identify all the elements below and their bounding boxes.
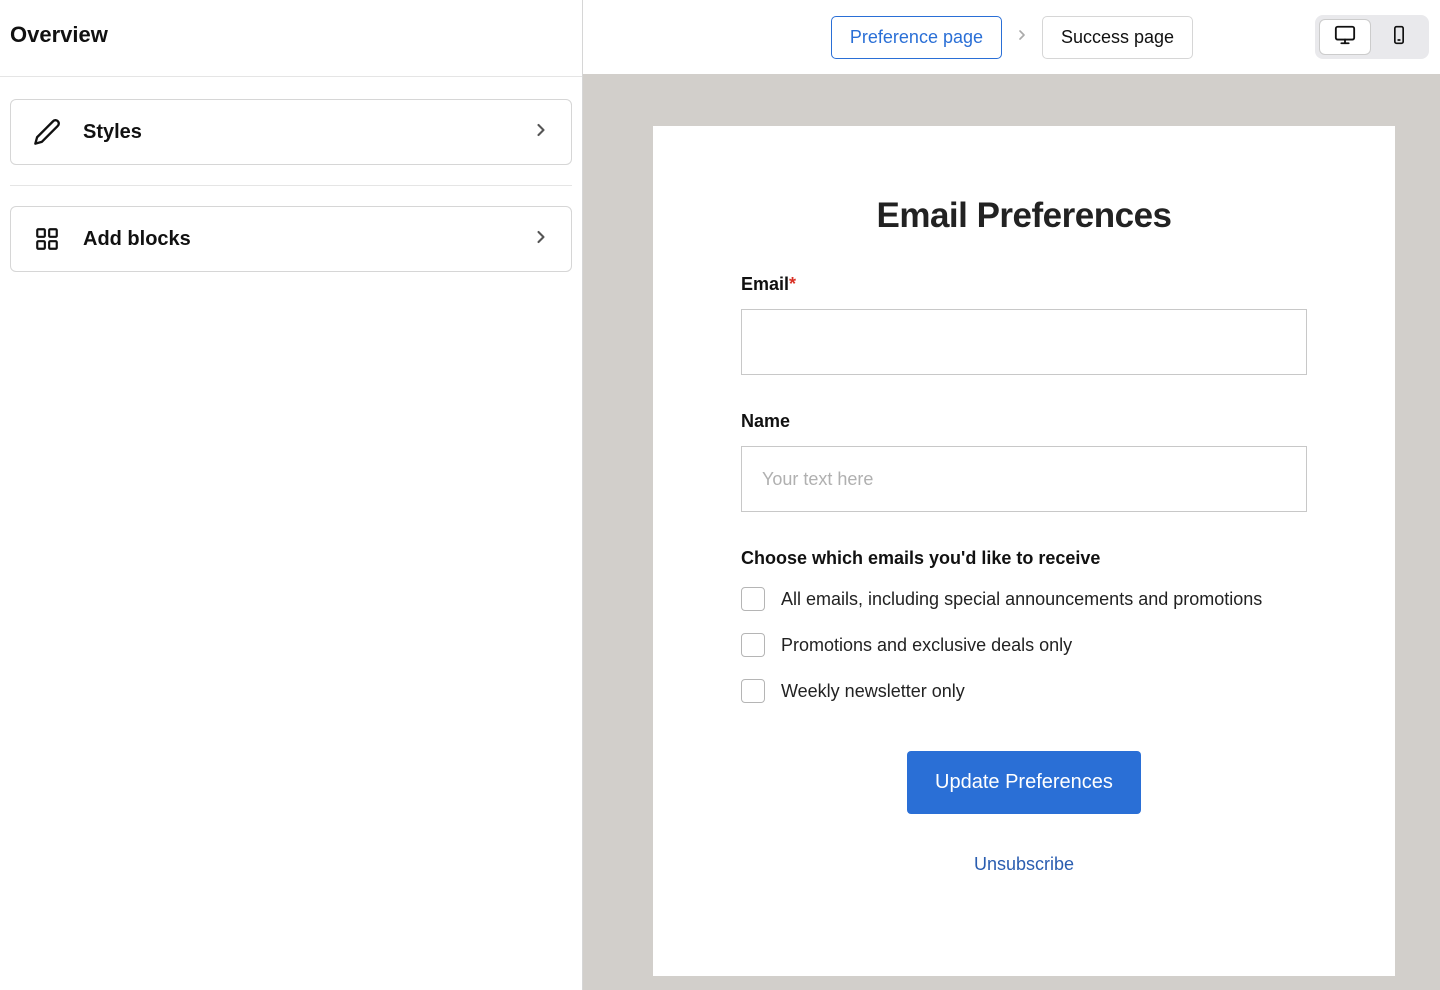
- desktop-icon: [1334, 24, 1356, 51]
- chevron-right-icon: [1014, 27, 1030, 48]
- update-preferences-button[interactable]: Update Preferences: [907, 751, 1141, 814]
- blocks-icon: [33, 225, 61, 253]
- sidebar-item-add-blocks[interactable]: Add blocks: [10, 206, 572, 272]
- mobile-view-button[interactable]: [1373, 19, 1425, 55]
- name-label: Name: [741, 411, 1307, 432]
- sidebar-item-styles[interactable]: Styles: [10, 99, 572, 165]
- checkbox-option-0[interactable]: [741, 587, 765, 611]
- unsubscribe-link[interactable]: Unsubscribe: [741, 854, 1307, 875]
- sidebar: Overview Styles: [0, 0, 583, 990]
- pencil-icon: [33, 118, 61, 146]
- sidebar-item-label: Styles: [83, 121, 142, 144]
- name-field[interactable]: [741, 446, 1307, 512]
- viewport-toggle: [1315, 15, 1429, 59]
- checkbox-row: Weekly newsletter only: [741, 679, 1307, 703]
- checkbox-option-2[interactable]: [741, 679, 765, 703]
- choose-label: Choose which emails you'd like to receiv…: [741, 548, 1307, 569]
- divider: [10, 185, 572, 186]
- sidebar-header: Overview: [0, 0, 582, 77]
- preview-canvas: Email Preferences Email* Name Choose whi…: [583, 74, 1440, 990]
- page-title: Email Preferences: [741, 196, 1307, 236]
- chevron-right-icon: [531, 120, 551, 145]
- checkbox-label: Promotions and exclusive deals only: [781, 635, 1072, 656]
- tab-preference-page[interactable]: Preference page: [831, 16, 1002, 59]
- sidebar-body: Styles Add b: [0, 77, 582, 314]
- chevron-right-icon: [531, 227, 551, 252]
- sidebar-title: Overview: [10, 22, 570, 48]
- main: Preference page Success page: [583, 0, 1440, 990]
- tab-group: Preference page Success page: [831, 16, 1193, 59]
- checkbox-row: All emails, including special announceme…: [741, 587, 1307, 611]
- mobile-icon: [1389, 25, 1409, 50]
- tab-success-page[interactable]: Success page: [1042, 16, 1193, 59]
- checkbox-label: Weekly newsletter only: [781, 681, 965, 702]
- email-field[interactable]: [741, 309, 1307, 375]
- checkbox-label: All emails, including special announceme…: [781, 589, 1262, 610]
- email-label: Email*: [741, 274, 1307, 295]
- topbar: Preference page Success page: [583, 0, 1440, 74]
- checkbox-row: Promotions and exclusive deals only: [741, 633, 1307, 657]
- required-marker: *: [789, 274, 796, 294]
- preview-page: Email Preferences Email* Name Choose whi…: [653, 126, 1395, 976]
- sidebar-item-label: Add blocks: [83, 228, 191, 251]
- desktop-view-button[interactable]: [1319, 19, 1371, 55]
- checkbox-option-1[interactable]: [741, 633, 765, 657]
